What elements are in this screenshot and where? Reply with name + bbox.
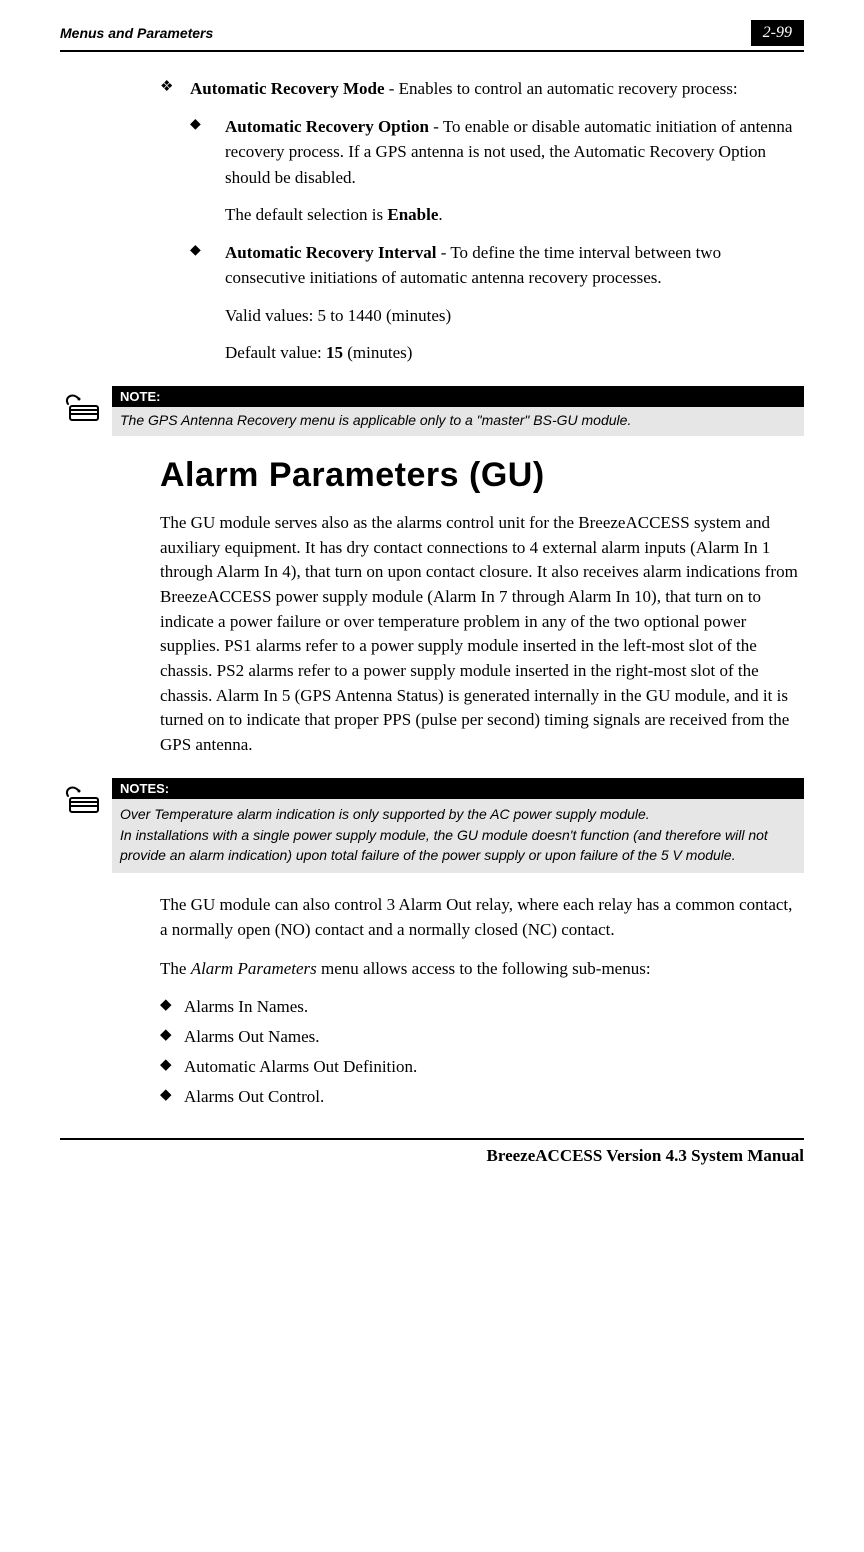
auto-recovery-option-title: Automatic Recovery Option	[225, 117, 429, 136]
alarm-out-relay-description: The GU module can also control 3 Alarm O…	[160, 893, 804, 942]
filled-diamond-icon: ◆	[160, 995, 184, 1019]
submenu-label: Alarms Out Control.	[184, 1085, 324, 1109]
submenu-label: Alarms Out Names.	[184, 1025, 320, 1049]
note-header: NOTE:	[112, 386, 804, 407]
list-item: ◆ Alarms Out Control.	[160, 1085, 804, 1109]
header-section: Menus and Parameters	[60, 25, 213, 41]
bullet-auto-recovery-option: ◆ Automatic Recovery Option - To enable …	[190, 114, 804, 191]
auto-recovery-interval-default: Default value: 15 (minutes)	[225, 340, 804, 366]
page-number-badge: 2-99	[751, 20, 804, 46]
small-diamond-bullet-icon: ◆	[190, 240, 225, 291]
auto-recovery-interval-valid: Valid values: 5 to 1440 (minutes)	[225, 303, 804, 329]
note-icon	[60, 388, 108, 433]
footer-manual-title: BreezeACCESS Version 4.3 System Manual	[60, 1146, 804, 1166]
auto-recovery-mode-title: Automatic Recovery Mode	[190, 79, 385, 98]
note-header: NOTES:	[112, 778, 804, 799]
submenu-label: Alarms In Names.	[184, 995, 308, 1019]
alarm-parameters-menu-intro: The Alarm Parameters menu allows access …	[160, 957, 804, 982]
header-rule	[60, 50, 804, 52]
diamond-bullet-icon: ❖	[160, 76, 190, 102]
bullet-auto-recovery-interval: ◆ Automatic Recovery Interval - To defin…	[190, 240, 804, 291]
filled-diamond-icon: ◆	[160, 1055, 184, 1079]
submenu-list: ◆ Alarms In Names. ◆ Alarms Out Names. ◆…	[160, 995, 804, 1108]
section-title-alarm-parameters: Alarm Parameters (GU)	[160, 456, 804, 495]
submenu-label: Automatic Alarms Out Definition.	[184, 1055, 417, 1079]
note-body: The GPS Antenna Recovery menu is applica…	[112, 407, 804, 437]
bullet-auto-recovery-mode: ❖ Automatic Recovery Mode - Enables to c…	[160, 76, 804, 102]
note-icon	[60, 780, 108, 825]
auto-recovery-option-default: The default selection is Enable.	[225, 202, 804, 228]
auto-recovery-mode-desc: - Enables to control an automatic recove…	[385, 79, 738, 98]
small-diamond-bullet-icon: ◆	[190, 114, 225, 191]
note-body: Over Temperature alarm indication is onl…	[112, 799, 804, 874]
footer-rule	[60, 1138, 804, 1140]
auto-recovery-interval-title: Automatic Recovery Interval	[225, 243, 437, 262]
page-header: Menus and Parameters 2-99	[60, 20, 804, 46]
list-item: ◆ Automatic Alarms Out Definition.	[160, 1055, 804, 1079]
filled-diamond-icon: ◆	[160, 1025, 184, 1049]
list-item: ◆ Alarms Out Names.	[160, 1025, 804, 1049]
note-block-over-temperature: NOTES: Over Temperature alarm indication…	[60, 778, 804, 874]
note-block-gps: NOTE: The GPS Antenna Recovery menu is a…	[60, 386, 804, 437]
filled-diamond-icon: ◆	[160, 1085, 184, 1109]
list-item: ◆ Alarms In Names.	[160, 995, 804, 1019]
alarm-parameters-description: The GU module serves also as the alarms …	[160, 511, 804, 757]
